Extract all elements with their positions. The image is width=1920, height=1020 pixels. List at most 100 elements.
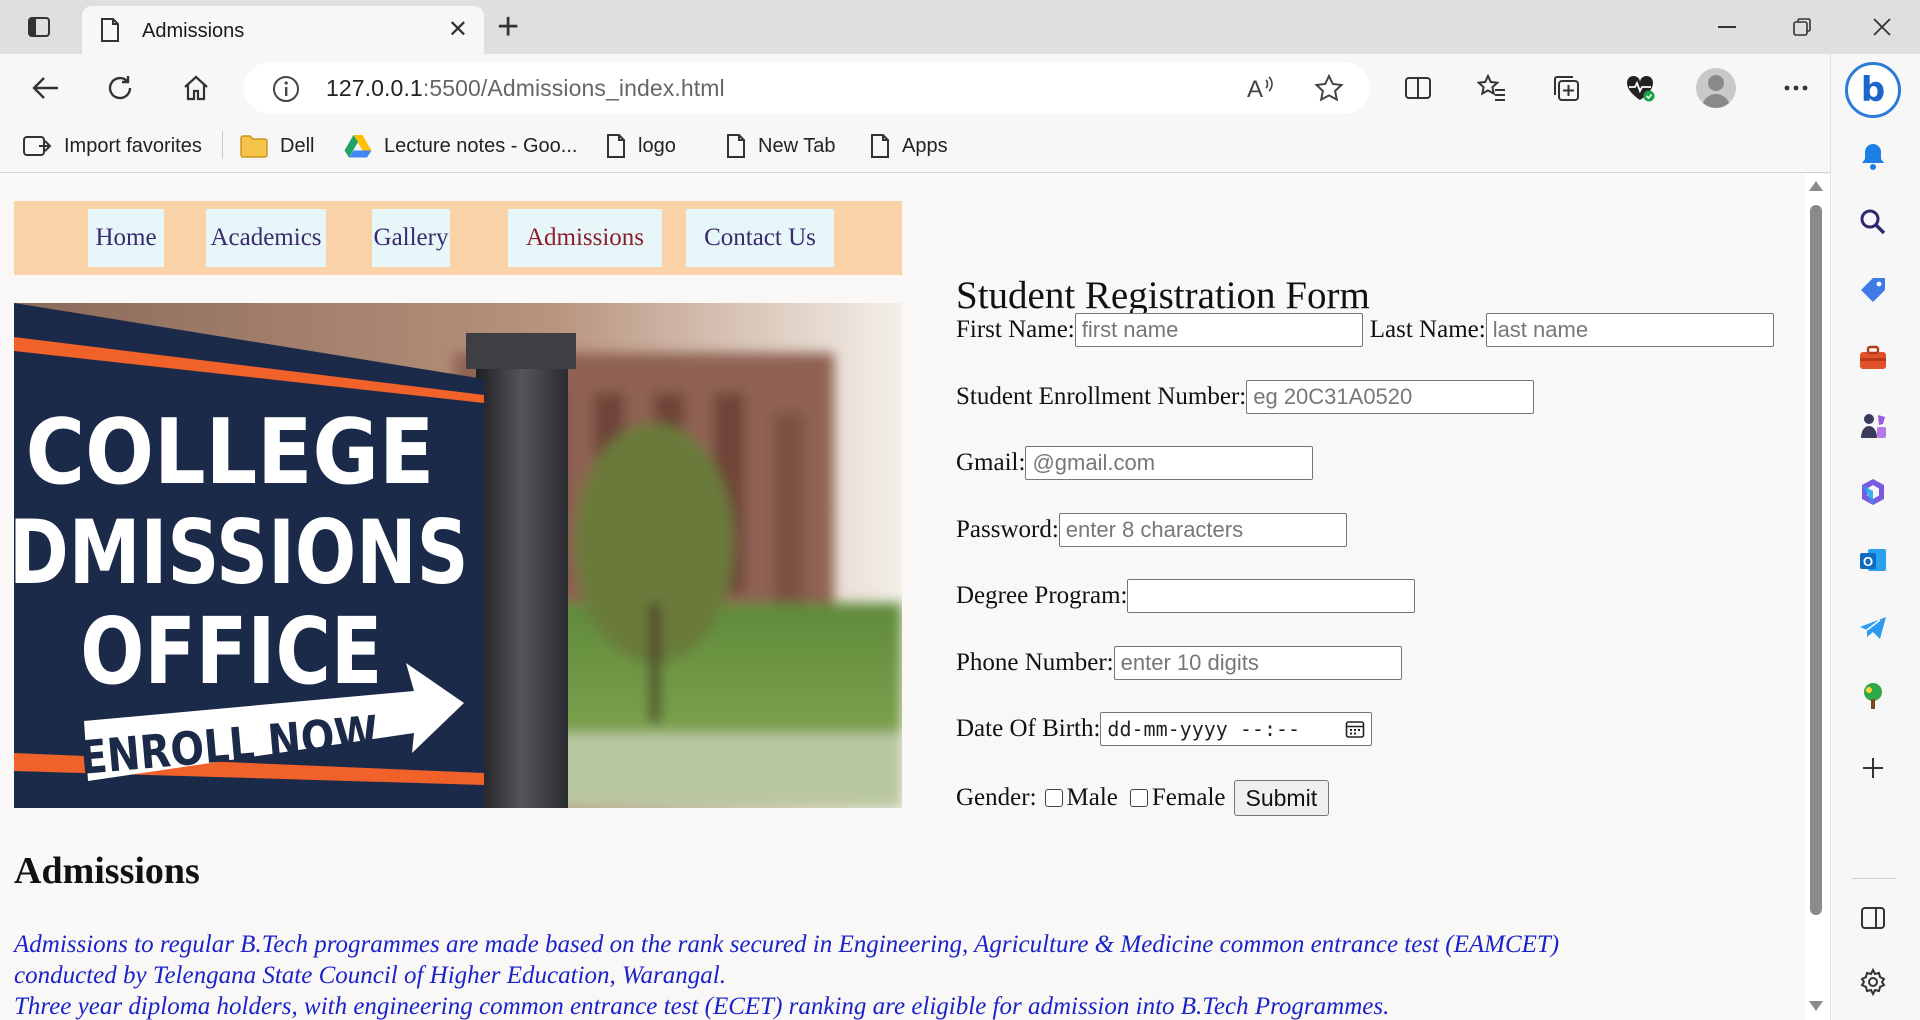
close-window-icon[interactable] (1862, 10, 1902, 44)
tab-title: Admissions (142, 20, 245, 42)
split-screen-icon[interactable] (1398, 68, 1438, 108)
shopping-tag-icon[interactable] (1855, 272, 1891, 308)
fav-apps[interactable]: Apps (870, 130, 948, 162)
microsoft-365-icon[interactable] (1855, 474, 1891, 510)
bing-copilot-icon[interactable]: b (1845, 62, 1901, 118)
admissions-text-line: conducted by Telengana State Council of … (14, 962, 726, 989)
fav-dell[interactable]: Dell (240, 130, 314, 162)
settings-gear-icon[interactable] (1855, 964, 1891, 1000)
enrollment-number-input[interactable]: eg 20C31A0520 (1246, 380, 1535, 414)
add-sidebar-app-icon[interactable] (1855, 750, 1891, 786)
gmail-input[interactable]: @gmail.com (1025, 446, 1314, 480)
fav-import-favorites[interactable]: Import favorites (22, 130, 202, 162)
first-name-input[interactable]: first name (1074, 313, 1363, 347)
edge-sidebar (1830, 54, 1920, 1020)
form-title: Student Registration Form (956, 274, 1370, 317)
tree-icon[interactable] (1855, 678, 1891, 714)
last-name-input[interactable]: last name (1485, 313, 1774, 347)
nav-academics-link[interactable]: Academics (206, 209, 326, 267)
google-drive-icon (344, 135, 372, 158)
send-telegram-icon[interactable] (1855, 610, 1891, 646)
nav-gallery-link[interactable]: Gallery (372, 209, 450, 267)
site-navbar: Home Academics Gallery Admissions Contac… (14, 201, 902, 275)
restore-icon[interactable] (1782, 10, 1822, 44)
browser-essentials-icon[interactable] (1620, 68, 1660, 108)
calendar-icon[interactable] (1345, 719, 1365, 739)
last-name-label: Last Name: (1369, 316, 1486, 343)
scroll-up-arrow-icon[interactable] (1809, 181, 1823, 191)
sidebar-separator (1852, 878, 1896, 879)
page-icon (100, 18, 120, 47)
refresh-icon[interactable] (100, 68, 140, 108)
nav-admissions-link[interactable]: Admissions (508, 209, 662, 267)
fav-logo[interactable]: logo (606, 130, 676, 162)
gender-male-label: Male (1066, 784, 1118, 811)
web-page: Home Academics Gallery Admissions Contac… (0, 173, 1805, 1020)
close-tab-icon[interactable]: ✕ (448, 16, 468, 44)
page-icon (871, 134, 889, 158)
sign-college-text: COLLEGE (26, 401, 435, 505)
nav-contact-us-link[interactable]: Contact Us (686, 209, 834, 267)
import-icon (23, 136, 52, 156)
more-options-icon[interactable] (1776, 68, 1816, 108)
phone-number-input[interactable]: enter 10 digits (1113, 646, 1402, 680)
date-of-birth-value: dd-mm-yyyy --:-- (1107, 717, 1301, 741)
url-text: 127.0.0.1:5500/Admissions_index.html (326, 75, 725, 101)
home-icon[interactable] (176, 68, 216, 108)
favorites-icon[interactable] (1472, 68, 1512, 108)
favorites-bar: Import favorites Dell Lecture notes - Go… (0, 120, 1830, 172)
date-of-birth-input[interactable]: dd-mm-yyyy --:-- (1100, 712, 1373, 746)
svg-text:O: O (1863, 554, 1873, 569)
first-name-label: First Name: (956, 316, 1075, 343)
sign-office-text: OFFICE (80, 598, 382, 705)
site-info-icon[interactable] (272, 75, 300, 108)
favorite-star-icon[interactable] (1314, 73, 1344, 107)
tab-actions-icon[interactable] (24, 13, 54, 41)
fav-new-tab[interactable]: New Tab (726, 130, 835, 162)
fav-lecture-notes[interactable]: Lecture notes - Goo... (344, 130, 577, 162)
back-icon[interactable] (26, 68, 66, 108)
browser-tab[interactable]: Admissions ✕ (82, 6, 484, 54)
password-label: Password: (956, 516, 1059, 543)
admissions-text-line: Admissions to regular B.Tech programmes … (14, 931, 1560, 958)
browser-titlebar: Admissions ✕ + (0, 0, 1920, 54)
gender-female-checkbox[interactable] (1129, 789, 1148, 807)
games-icon[interactable] (1855, 408, 1891, 444)
page-icon (607, 134, 625, 158)
page-scrollbar[interactable] (1805, 173, 1827, 1020)
nav-home-link[interactable]: Home (88, 209, 164, 267)
page-icon (727, 134, 745, 158)
admissions-paragraph: Admissions to regular B.Tech programmes … (14, 929, 1794, 1020)
address-bar[interactable]: 127.0.0.1:5500/Admissions_index.html A (244, 62, 1370, 114)
sign-admissions-text: ADMISSIONS (14, 501, 469, 604)
submit-button[interactable]: Submit (1233, 780, 1330, 816)
gmail-label: Gmail: (956, 449, 1026, 476)
gender-label: Gender: (956, 784, 1037, 811)
profile-avatar[interactable] (1696, 68, 1736, 108)
outlook-icon[interactable]: O (1855, 542, 1891, 578)
notifications-bell-icon[interactable] (1855, 138, 1891, 174)
folder-icon (240, 135, 268, 158)
degree-program-input[interactable] (1127, 579, 1416, 613)
gender-male-checkbox[interactable] (1044, 789, 1063, 807)
admissions-text-line: Three year diploma holders, with enginee… (14, 993, 1390, 1020)
hide-sidebar-icon[interactable] (1855, 900, 1891, 936)
date-of-birth-label: Date Of Birth: (956, 715, 1101, 742)
svg-text:A: A (1247, 76, 1263, 102)
tools-briefcase-icon[interactable] (1855, 340, 1891, 376)
password-input[interactable]: enter 8 characters (1058, 513, 1347, 547)
scroll-down-arrow-icon[interactable] (1809, 1001, 1823, 1011)
enrollment-number-label: Student Enrollment Number: (956, 383, 1247, 410)
minimize-icon[interactable] (1707, 10, 1747, 44)
admissions-heading: Admissions (14, 850, 200, 892)
scrollbar-thumb[interactable] (1810, 205, 1822, 915)
gender-female-label: Female (1151, 784, 1226, 811)
degree-program-label: Degree Program: (956, 582, 1128, 609)
favorites-separator (222, 131, 223, 159)
read-aloud-icon[interactable]: A (1246, 74, 1276, 107)
new-tab-icon[interactable]: + (497, 8, 519, 46)
collections-icon[interactable] (1546, 68, 1586, 108)
search-icon[interactable] (1855, 204, 1891, 240)
admissions-office-image: COLLEGE ADMISSIONS OFFICE ENROLL NOW (14, 303, 902, 808)
phone-number-label: Phone Number: (956, 649, 1114, 676)
